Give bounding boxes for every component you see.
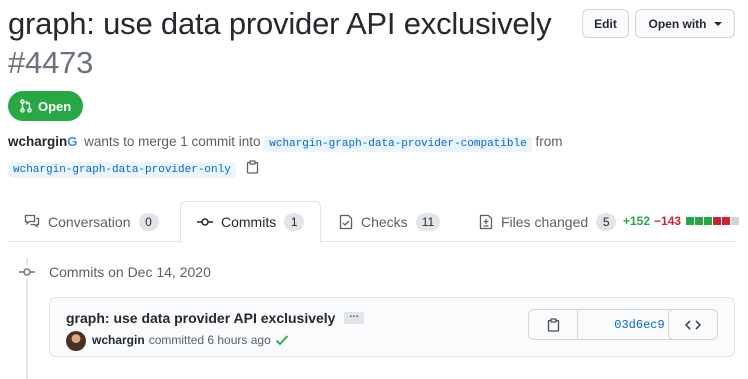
tab-checks-label: Checks xyxy=(361,213,408,230)
diffstat-additions: +152 xyxy=(623,214,651,228)
pr-title-text: graph: use data provider API exclusively xyxy=(8,6,552,41)
tab-files-changed-label: Files changed xyxy=(501,213,589,230)
pr-title: graph: use data provider API exclusively… xyxy=(8,4,568,82)
commit-meta: wchargin committed 6 hours ago xyxy=(92,333,289,347)
copy-branch-icon[interactable] xyxy=(246,160,259,174)
commit-time-text: committed 6 hours ago xyxy=(148,333,271,347)
diffstat-blocks xyxy=(686,217,740,225)
avatar[interactable] xyxy=(66,331,86,351)
tab-commits-count: 1 xyxy=(284,213,305,231)
pr-state-badge: Open xyxy=(8,91,84,121)
google-badge-icon: G xyxy=(67,134,78,149)
code-icon xyxy=(685,319,701,330)
comment-discussion-icon xyxy=(24,214,40,228)
caret-down-icon xyxy=(713,22,722,26)
diffstat-deletions: −143 xyxy=(654,214,682,228)
author-link[interactable]: wchargin xyxy=(8,134,67,149)
base-branch-label[interactable]: wchargin-graph-data-provider-compatible xyxy=(264,136,532,152)
diffstat-block xyxy=(731,217,740,225)
tab-conversation-count: 0 xyxy=(138,212,159,231)
checklist-icon xyxy=(339,214,353,229)
diffstat-block xyxy=(713,217,722,225)
tab-conversation-label: Conversation xyxy=(48,213,131,230)
expand-commit-button[interactable]: … xyxy=(344,310,364,324)
pr-number: #4473 xyxy=(8,45,94,80)
head-branch-label[interactable]: wchargin-graph-data-provider-only xyxy=(8,162,236,178)
browse-repo-button[interactable] xyxy=(668,309,718,340)
diffstat-block xyxy=(695,217,704,225)
pr-state-label: Open xyxy=(38,98,72,114)
file-diff-icon xyxy=(479,214,493,229)
edit-button[interactable]: Edit xyxy=(582,9,629,38)
git-commit-icon xyxy=(197,218,213,226)
tab-conversation[interactable]: Conversation 0 xyxy=(8,201,175,242)
meta-text-from: from xyxy=(535,134,563,149)
commit-title-link[interactable]: graph: use data provider API exclusively xyxy=(66,310,335,326)
copy-sha-button[interactable] xyxy=(529,310,578,339)
diffstat-block xyxy=(686,217,695,225)
pr-meta: wcharginG wants to merge 1 commit into w… xyxy=(8,130,608,182)
git-pull-request-icon xyxy=(20,99,32,113)
git-commit-icon xyxy=(19,265,35,279)
tab-files-changed[interactable]: Files changed 5 xyxy=(463,201,632,242)
commit-day-label: Commits on Dec 14, 2020 xyxy=(49,264,211,280)
meta-text-merge: wants to merge 1 commit into xyxy=(84,134,261,149)
tab-files-changed-count: 5 xyxy=(596,212,617,231)
tab-commits[interactable]: Commits 1 xyxy=(180,201,322,243)
tab-checks[interactable]: Checks 11 xyxy=(323,201,456,242)
tab-checks-count: 11 xyxy=(415,212,441,231)
open-with-button[interactable]: Open with xyxy=(635,9,735,38)
tab-commits-label: Commits xyxy=(221,214,277,230)
check-icon[interactable] xyxy=(275,334,289,346)
diffstat: +152 −143 xyxy=(623,214,740,228)
diffstat-block xyxy=(704,217,713,225)
clipboard-icon xyxy=(547,317,559,332)
commit-author-link[interactable]: wchargin xyxy=(92,333,145,347)
edit-button-label: Edit xyxy=(594,16,617,31)
commit-list-item: graph: use data provider API exclusively… xyxy=(49,297,735,357)
open-with-label: Open with xyxy=(648,16,707,31)
diffstat-block xyxy=(722,217,731,225)
